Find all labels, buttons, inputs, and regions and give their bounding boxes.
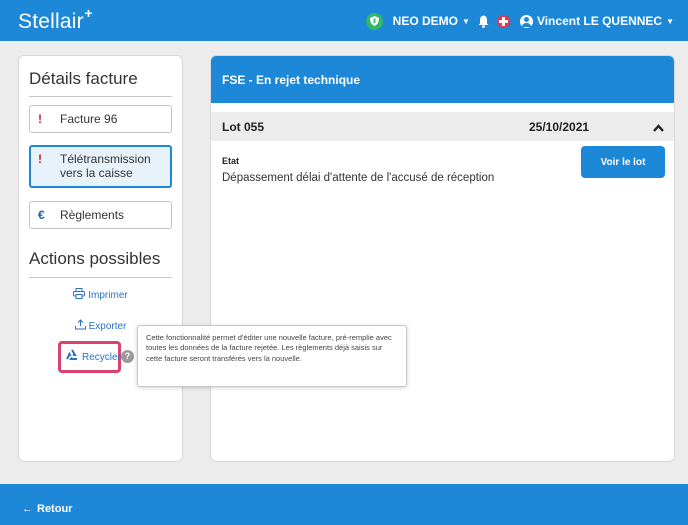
user-menu[interactable]: Vincent LE QUENNEC ▼ [519,14,674,28]
alert-icon: ! [38,152,42,166]
euro-icon: € [38,208,45,222]
bottom-bar: ← Retour [0,484,688,525]
recycle-tooltip: Cette fonctionnalité permet d'éditer une… [137,325,407,387]
caret-down-icon: ▼ [666,16,674,26]
details-title: Détails facture [29,69,138,88]
nav-item-teletransmission[interactable]: ! Télétransmission vers la caisse [29,145,172,188]
header-right: NEO DEMO ▼ Vincent LE QUENNEC ▼ [365,12,674,30]
arrow-left-icon: ← [22,503,33,515]
nav-item-label: Télétransmission vers la caisse [60,152,151,180]
upload-icon [74,319,86,333]
back-button[interactable]: ← Retour [22,503,72,515]
bell-icon[interactable] [477,14,490,28]
export-label: Exporter [88,320,127,332]
lot-date: 25/10/2021 [529,120,590,134]
print-label: Imprimer [88,289,128,301]
recycle-icon [65,349,79,365]
actions-title: Actions possibles [29,249,161,268]
nav-item-invoice[interactable]: ! Facture 96 [29,105,172,133]
divider [29,96,172,97]
view-lot-button[interactable]: Voir le lot [581,146,665,178]
invoice-details-panel: Détails facture ! Facture 96 ! Télétrans… [18,55,183,462]
alert-icon: ! [38,112,42,126]
user-icon [519,14,533,28]
invoice-status-panel: FSE - En rejet technique Lot 055 25/10/2… [210,55,675,462]
brand-plus-mark: + [84,5,93,21]
lot-name: Lot 055 [222,120,265,134]
print-button[interactable]: Imprimer [19,288,182,302]
panel-title: FSE - En rejet technique [211,56,674,103]
nav-item-payments[interactable]: € Règlements [29,201,172,229]
brand-name: Stellair [18,10,84,33]
help-icon[interactable]: ? [121,350,134,363]
divider [29,277,172,278]
brand-logo[interactable]: Stellair + [18,5,93,34]
back-label: Retour [37,503,73,515]
organization-selector[interactable]: NEO DEMO ▼ [393,14,470,28]
nav-item-label: Facture 96 [60,112,118,126]
status-label: Etat [222,156,240,166]
status-value: Dépassement délai d'attente de l'accusé … [222,172,495,184]
nav-item-label: Règlements [60,208,125,222]
printer-icon [73,288,86,302]
caret-down-icon: ▼ [462,16,470,26]
recycle-label: Recycler [82,351,121,363]
chevron-up-icon[interactable] [653,121,664,135]
organization-name: NEO DEMO [392,14,459,28]
user-name: Vincent LE QUENNEC [536,14,663,28]
recycle-button[interactable]: Recycler [65,349,121,365]
top-bar: Stellair + NEO DEMO ▼ Vincent LE QUENNEC … [0,0,688,41]
medical-cross-icon[interactable] [496,14,510,28]
shield-icon [365,12,383,30]
lot-row[interactable]: Lot 055 25/10/2021 [211,112,674,141]
